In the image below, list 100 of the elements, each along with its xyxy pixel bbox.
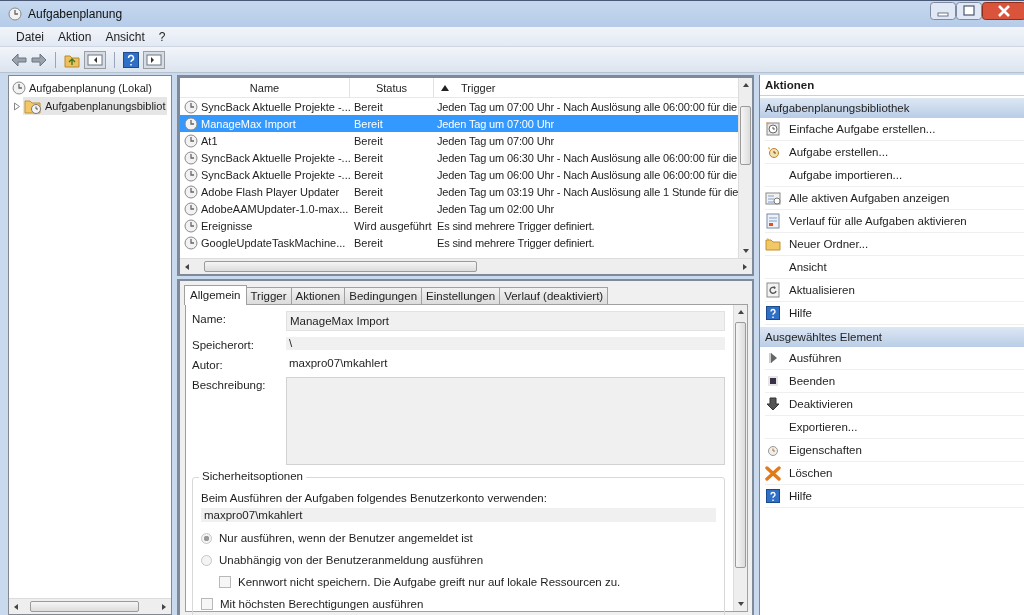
field-label: Speicherort: (192, 338, 255, 351)
account-field[interactable]: maxpro07\mkahlert (201, 508, 716, 522)
scroll-left-icon (183, 262, 191, 271)
radio-option[interactable]: Nur ausführen, wenn der Benutzer angemeldet ist (201, 529, 716, 547)
table-cell: SyncBack Aktuelle Projekte -... (201, 100, 351, 113)
scroll-up-icon (736, 308, 745, 316)
table-cell: Bereit (354, 151, 383, 164)
action-item[interactable]: Aufgabe importieren... (765, 164, 1024, 187)
checkbox[interactable] (201, 598, 213, 610)
scroll-down-icon (741, 247, 750, 255)
menu-item[interactable]: Aktion (51, 28, 99, 45)
name-field[interactable]: ManageMax Import (286, 311, 725, 331)
tab[interactable]: Verlauf (deaktiviert) (499, 287, 609, 304)
group-title: Sicherheitsoptionen (199, 470, 306, 482)
table-cell: Jeden Tag um 07:00 Uhr - Nach Auslösung alle 06:00:00 für die (437, 100, 738, 113)
menu-item[interactable]: Datei (9, 28, 51, 45)
table-cell: Bereit (354, 168, 383, 181)
horizontal-scrollbar[interactable] (180, 258, 752, 274)
table-row[interactable]: AdobeAAMUpdater-1.0-max... Bereit Jeden Tag um 02:00 Uhr (180, 200, 738, 217)
tab[interactable]: Aktionen (290, 287, 346, 304)
action-item[interactable]: Eigenschaften (765, 439, 1024, 462)
stop-icon (765, 373, 781, 389)
menu-item[interactable]: ? (151, 28, 173, 45)
action-item[interactable]: Verlauf für alle Aufgaben aktivieren (765, 210, 1024, 233)
minimize-icon[interactable] (930, 2, 956, 20)
table-cell: Bereit (354, 236, 383, 249)
action-item[interactable]: Deaktivieren (765, 393, 1024, 416)
column-header[interactable]: Trigger (434, 78, 738, 97)
table-cell: Adobe Flash Player Updater (201, 185, 340, 198)
vertical-scrollbar[interactable] (733, 305, 747, 611)
table-row[interactable]: Ereignisse Wird ausgeführt Es sind mehrere Trigger definiert. (180, 217, 738, 234)
scroll-right-icon (160, 602, 168, 611)
maximize-icon[interactable] (956, 2, 982, 20)
down-arrow-icon (765, 396, 781, 412)
scroll-thumb[interactable] (740, 106, 751, 165)
checkbox[interactable] (219, 576, 231, 588)
action-item[interactable]: Beenden (765, 370, 1024, 393)
radio-option[interactable]: Unabhängig von der Benutzeranmeldung ausführen (201, 551, 716, 569)
action-item[interactable]: Aufgabe erstellen... (765, 141, 1024, 164)
table-cell: At1 (201, 134, 218, 147)
action-item[interactable]: Alle aktiven Aufgaben anzeigen (765, 187, 1024, 210)
close-icon[interactable] (982, 2, 1024, 20)
action-item[interactable]: Hilfe (765, 302, 1024, 325)
panel-toggle-icon[interactable] (84, 50, 106, 69)
table-cell: Bereit (354, 100, 383, 113)
column-header[interactable]: Status (350, 78, 434, 97)
section-header[interactable]: Ausgewähltes Element (760, 327, 1024, 347)
horizontal-scrollbar[interactable] (9, 598, 171, 614)
checkbox-option[interactable]: Kennwort nicht speichern. Die Aufgabe greift nur auf lokale Ressourcen zu. (201, 573, 716, 591)
help-icon (765, 305, 781, 321)
expand-arrow-icon[interactable] (13, 101, 21, 111)
forward-arrow-icon[interactable] (31, 52, 47, 67)
table-row[interactable]: Adobe Flash Player Updater Bereit Jeden Tag um 03:19 Uhr - Nach Auslösung alle 1 Stunde für die (180, 183, 738, 200)
menu-item[interactable]: Ansicht (98, 28, 152, 45)
action-item[interactable]: Exportieren... (765, 416, 1024, 439)
tab[interactable]: Trigger (245, 287, 292, 304)
log-icon (765, 213, 781, 229)
clock-icon (184, 201, 198, 216)
clock-icon (184, 235, 198, 250)
location-field[interactable]: \ (286, 337, 725, 350)
radio-button[interactable] (201, 532, 212, 544)
tree-item[interactable]: Aufgabenplanungsbibliot (23, 97, 167, 115)
help-icon[interactable] (123, 51, 139, 68)
section-header[interactable]: Aufgabenplanungsbibliothek (760, 98, 1024, 118)
action-item[interactable]: Löschen (765, 462, 1024, 485)
table-cell: SyncBack Aktuelle Projekte -... (201, 168, 351, 181)
table-cell: Jeden Tag um 07:00 Uhr (437, 134, 554, 147)
radio-button[interactable] (201, 554, 212, 566)
column-header[interactable]: Name (180, 78, 350, 97)
action-item[interactable]: Aktualisieren (765, 279, 1024, 302)
tab[interactable]: Allgemein (184, 285, 247, 305)
back-arrow-icon[interactable] (11, 52, 27, 67)
clock-icon (184, 167, 198, 182)
window-title: Aufgabenplanung (28, 7, 123, 21)
vertical-scrollbar[interactable] (738, 78, 752, 258)
table-row[interactable]: SyncBack Aktuelle Projekte -... Bereit Jeden Tag um 07:00 Uhr - Nach Auslösung alle 06:00:00 für die (180, 98, 738, 115)
clock-icon (184, 99, 198, 114)
pane-title: Aktionen (760, 75, 1024, 96)
table-row[interactable]: SyncBack Aktuelle Projekte -... Bereit Jeden Tag um 06:30 Uhr - Nach Auslösung alle 06:00:00 für die (180, 149, 738, 166)
checkbox-option[interactable]: Mit höchsten Berechtigungen ausführen (201, 595, 716, 613)
tab[interactable]: Einstellungen (421, 287, 501, 304)
table-row[interactable]: GoogleUpdateTaskMachine... Bereit Es sind mehrere Trigger definiert. (180, 234, 738, 251)
action-item[interactable]: Einfache Aufgabe erstellen... (765, 118, 1024, 141)
table-cell: Wird ausgeführt (354, 219, 432, 232)
table-row[interactable]: At1 Bereit Jeden Tag um 07:00 Uhr (180, 132, 738, 149)
tab[interactable]: Bedingungen (344, 287, 423, 304)
action-item[interactable]: Neuer Ordner... (765, 233, 1024, 256)
tree-item[interactable]: Aufgabenplanung (Lokal) (11, 80, 153, 96)
action-item[interactable]: Hilfe (765, 485, 1024, 508)
table-cell: Es sind mehrere Trigger definiert. (437, 219, 595, 232)
scroll-thumb[interactable] (203, 261, 477, 272)
delete-icon (765, 465, 781, 481)
table-cell: Jeden Tag um 06:00 Uhr - Nach Auslösung alle 06:00:00 für die (437, 168, 738, 181)
table-cell: AdobeAAMUpdater-1.0-max... (201, 202, 349, 215)
action-item[interactable]: Ansicht (765, 256, 1024, 279)
action-item[interactable]: Ausführen (765, 347, 1024, 370)
scroll-thumb[interactable] (30, 601, 139, 612)
description-field[interactable] (286, 377, 725, 465)
scroll-thumb[interactable] (735, 322, 746, 569)
table-row[interactable]: SyncBack Aktuelle Projekte -... Bereit Jeden Tag um 06:00 Uhr - Nach Auslösung alle 06:00:00 für die (180, 166, 738, 183)
